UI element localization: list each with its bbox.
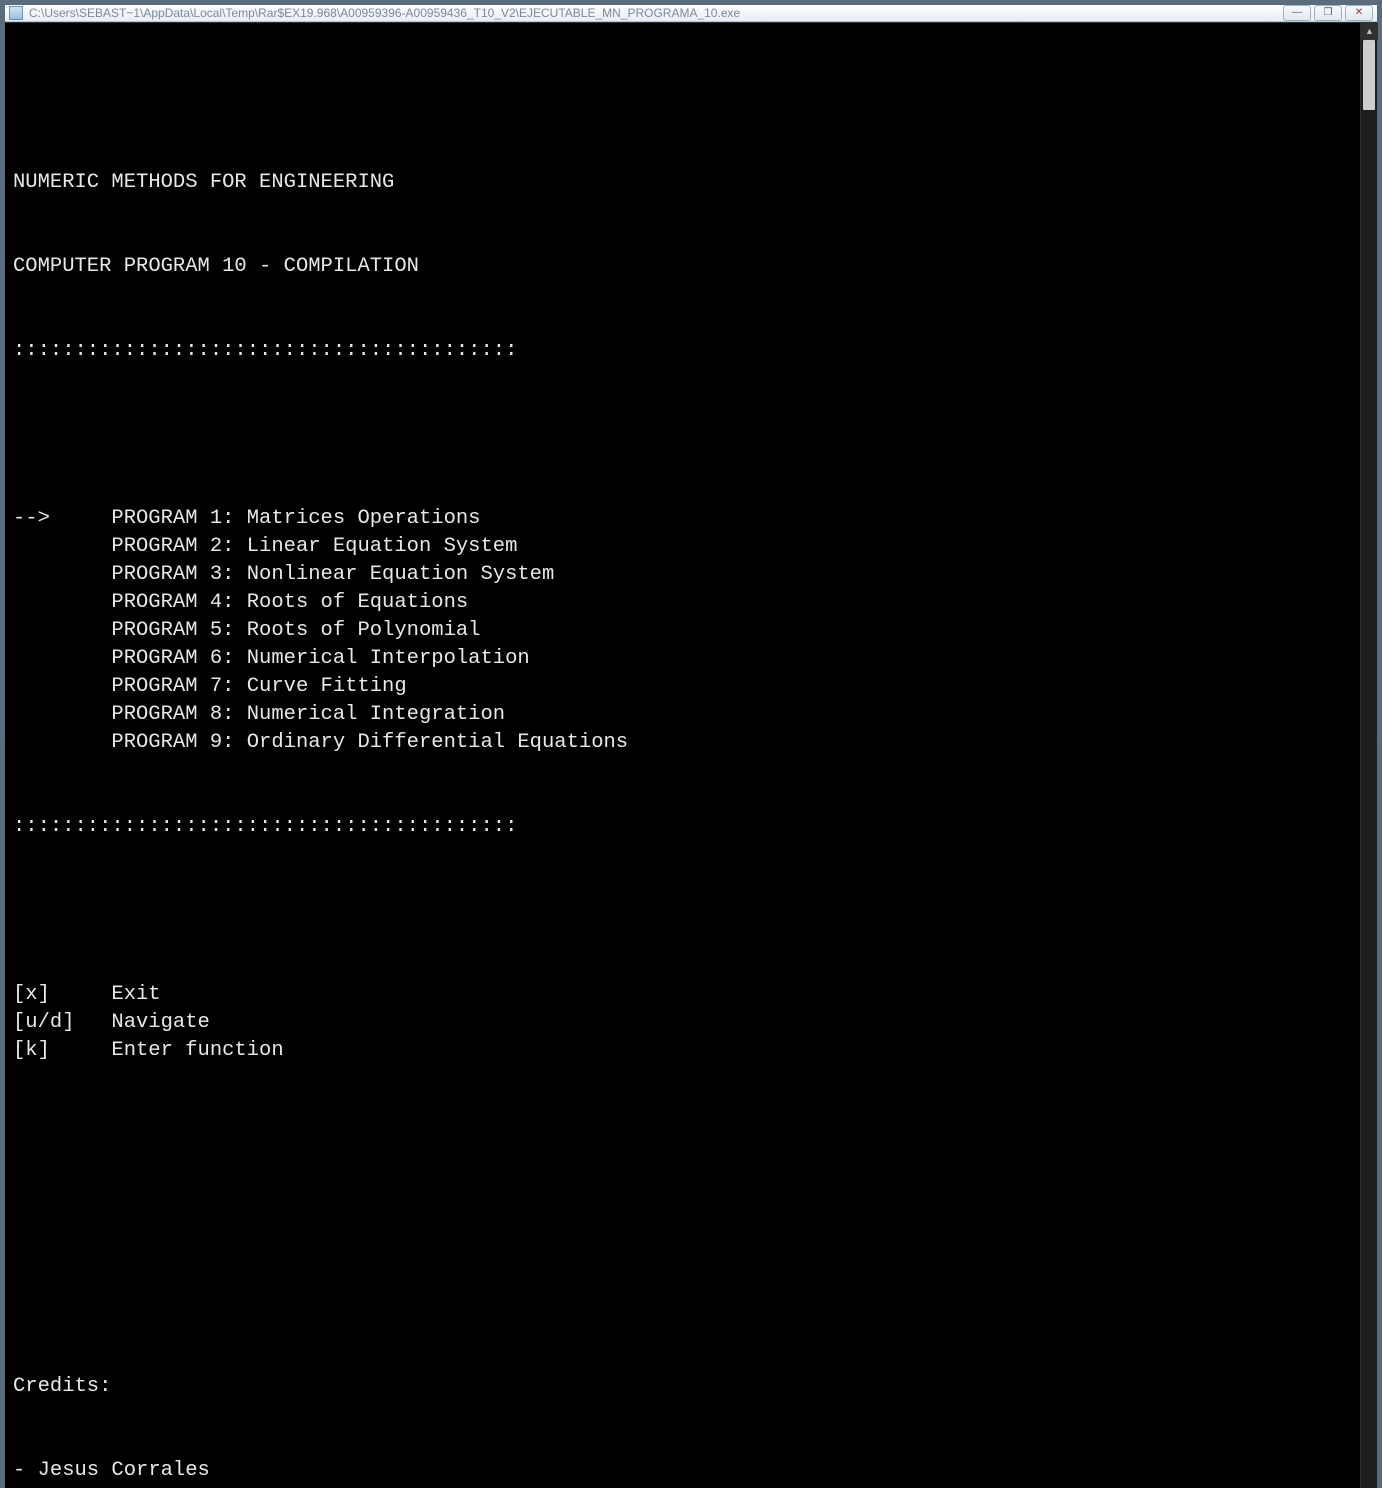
selection-marker [13, 617, 111, 645]
command-key: [x] [13, 981, 111, 1009]
command-action: Exit [111, 981, 160, 1009]
program-label: PROGRAM 6: [111, 645, 246, 673]
titlebar[interactable]: C:\Users\SEBAST~1\AppData\Local\Temp\Rar… [5, 5, 1377, 22]
program-menu-item[interactable]: PROGRAM 2: Linear Equation System [13, 533, 1352, 561]
command-hint: [u/d]Navigate [13, 1009, 1352, 1037]
program-menu-item[interactable]: -->PROGRAM 1: Matrices Operations [13, 505, 1352, 533]
program-menu-item[interactable]: PROGRAM 5: Roots of Polynomial [13, 617, 1352, 645]
blank-line [13, 1289, 1352, 1317]
vertical-scrollbar[interactable]: ▲ ▼ [1360, 23, 1377, 1488]
window-title: C:\Users\SEBAST~1\AppData\Local\Temp\Rar… [29, 6, 1283, 20]
program-description: Ordinary Differential Equations [247, 729, 628, 757]
console-window: C:\Users\SEBAST~1\AppData\Local\Temp\Rar… [4, 4, 1378, 740]
blank-line [13, 1205, 1352, 1233]
selection-marker [13, 645, 111, 673]
command-key: [k] [13, 1037, 111, 1065]
program-description: Matrices Operations [247, 505, 481, 533]
maximize-button[interactable]: ❐ [1314, 5, 1342, 21]
command-action: Navigate [111, 1009, 209, 1037]
program-label: PROGRAM 9: [111, 729, 246, 757]
program-label: PROGRAM 1: [111, 505, 246, 533]
selection-marker [13, 561, 111, 589]
program-menu-item[interactable]: PROGRAM 8: Numerical Integration [13, 701, 1352, 729]
close-button[interactable]: ✕ [1345, 5, 1373, 21]
selection-marker [13, 701, 111, 729]
blank-line [13, 897, 1352, 925]
credits-heading: Credits: [13, 1373, 1352, 1401]
console-output[interactable]: NUMERIC METHODS FOR ENGINEERING COMPUTER… [5, 23, 1360, 1488]
command-action: Enter function [111, 1037, 283, 1065]
window-controls: — ❐ ✕ [1283, 5, 1373, 21]
command-hint: [k]Enter function [13, 1037, 1352, 1065]
selection-marker [13, 673, 111, 701]
selection-marker [13, 533, 111, 561]
program-description: Roots of Equations [247, 589, 468, 617]
program-menu: -->PROGRAM 1: Matrices OperationsPROGRAM… [13, 505, 1352, 757]
program-menu-item[interactable]: PROGRAM 7: Curve Fitting [13, 673, 1352, 701]
scrollbar-track[interactable] [1361, 40, 1377, 1488]
credits-list: - Jesus Corrales- Sebastian Vallejo [13, 1457, 1352, 1488]
program-description: Nonlinear Equation System [247, 561, 555, 589]
program-description: Curve Fitting [247, 673, 407, 701]
separator-bottom: ::::::::::::::::::::::::::::::::::::::::… [13, 813, 1352, 841]
program-description: Numerical Interpolation [247, 645, 530, 673]
blank-line [13, 1121, 1352, 1149]
program-label: PROGRAM 8: [111, 701, 246, 729]
command-key: [u/d] [13, 1009, 111, 1037]
program-menu-item[interactable]: PROGRAM 3: Nonlinear Equation System [13, 561, 1352, 589]
program-menu-item[interactable]: PROGRAM 4: Roots of Equations [13, 589, 1352, 617]
selection-marker [13, 589, 111, 617]
app-icon [9, 6, 23, 20]
program-description: Linear Equation System [247, 533, 518, 561]
credit-entry: - Sebastian Vallejo [13, 1485, 1352, 1488]
scrollbar-thumb[interactable] [1363, 40, 1375, 110]
program-menu-item[interactable]: PROGRAM 9: Ordinary Differential Equatio… [13, 729, 1352, 757]
header-line-2: COMPUTER PROGRAM 10 - COMPILATION [13, 253, 1352, 281]
program-label: PROGRAM 5: [111, 617, 246, 645]
program-description: Roots of Polynomial [247, 617, 481, 645]
client-area: NUMERIC METHODS FOR ENGINEERING COMPUTER… [5, 22, 1377, 1488]
credit-entry: - Jesus Corrales [13, 1457, 1352, 1485]
program-label: PROGRAM 2: [111, 533, 246, 561]
separator-top: ::::::::::::::::::::::::::::::::::::::::… [13, 337, 1352, 365]
scroll-up-button[interactable]: ▲ [1361, 23, 1378, 40]
program-label: PROGRAM 3: [111, 561, 246, 589]
program-label: PROGRAM 4: [111, 589, 246, 617]
selection-marker [13, 729, 111, 757]
command-hint: [x]Exit [13, 981, 1352, 1009]
blank-line [13, 421, 1352, 449]
blank-line [13, 85, 1352, 113]
program-menu-item[interactable]: PROGRAM 6: Numerical Interpolation [13, 645, 1352, 673]
minimize-button[interactable]: — [1283, 5, 1311, 21]
selection-marker: --> [13, 505, 111, 533]
command-help: [x]Exit[u/d]Navigate[k]Enter function [13, 981, 1352, 1065]
program-description: Numerical Integration [247, 701, 505, 729]
program-label: PROGRAM 7: [111, 673, 246, 701]
header-line-1: NUMERIC METHODS FOR ENGINEERING [13, 169, 1352, 197]
